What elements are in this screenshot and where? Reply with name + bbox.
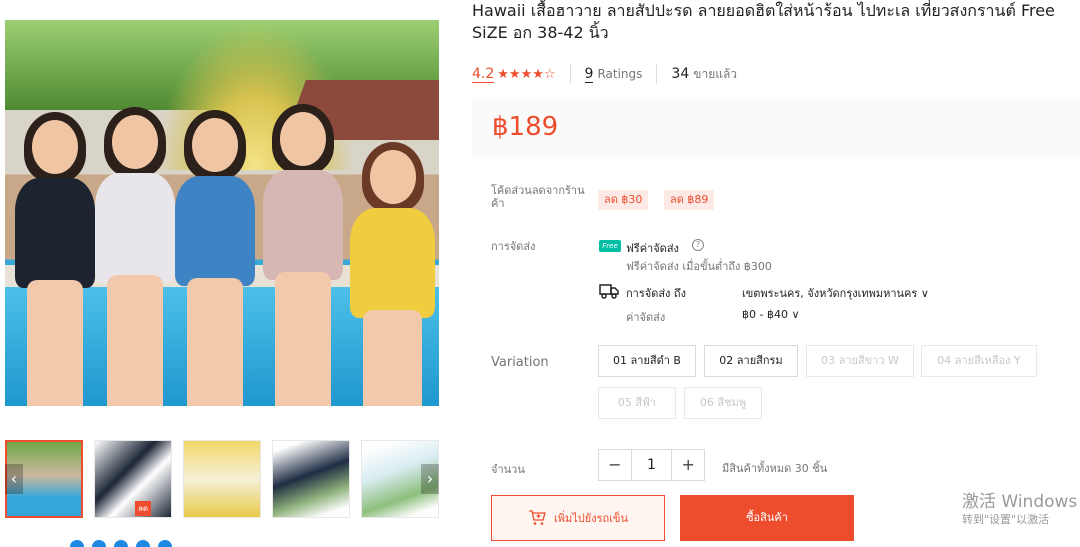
watermark-line1: 激活 Windows bbox=[962, 492, 1078, 512]
help-icon[interactable]: ? bbox=[692, 239, 704, 251]
add-to-cart-button[interactable]: เพิ่มไปยังรถเข็น bbox=[491, 495, 665, 541]
ratings-count[interactable]: 9 bbox=[584, 66, 594, 83]
activation-watermark: 激活 Windows 转到"设置"以激活 bbox=[962, 492, 1080, 528]
share-icon[interactable] bbox=[114, 540, 128, 547]
quantity-label: จำนวน bbox=[491, 463, 525, 476]
truck-icon bbox=[599, 284, 619, 299]
product-price: ฿189 bbox=[492, 112, 559, 142]
variation-label: Variation bbox=[491, 355, 549, 370]
shipping-label: การจัดส่ง bbox=[491, 240, 536, 253]
free-shipping-icon: Free bbox=[599, 240, 621, 252]
variation-option[interactable]: 01 ลายสีดำ B bbox=[598, 345, 696, 377]
price-section: ฿189 bbox=[472, 97, 1080, 159]
photo-person bbox=[95, 107, 175, 406]
quantity-decrease-button[interactable]: − bbox=[599, 450, 631, 480]
cart-icon bbox=[529, 510, 546, 525]
share-icon[interactable] bbox=[136, 540, 150, 547]
watermark-line2: 转到"设置"以激活 bbox=[962, 513, 1050, 526]
share-icon[interactable] bbox=[158, 540, 172, 547]
voucher-label: โค้ดส่วนลดจากร้านค้า bbox=[491, 184, 585, 210]
share-icon[interactable] bbox=[92, 540, 106, 547]
buy-now-button[interactable]: ซื้อสินค้า bbox=[680, 495, 854, 541]
thumbnail-strip: ลด ‹ › bbox=[5, 440, 439, 518]
thumbnail[interactable]: ลด bbox=[94, 440, 172, 518]
thumbnail-next-button[interactable]: › bbox=[421, 464, 439, 494]
rating-row: 4.2 ★★★★☆ 9 Ratings 34 ขายแล้ว bbox=[472, 64, 737, 84]
main-product-image[interactable] bbox=[5, 20, 439, 406]
free-shipping-condition: ฟรีค่าจัดส่ง เมื่อขั้นต่ำถึง ฿300 bbox=[626, 260, 772, 273]
variation-option-disabled: 06 สีชมพู bbox=[684, 387, 762, 419]
shipping-cost-dropdown[interactable]: ฿0 - ฿40 ∨ bbox=[742, 308, 800, 321]
thumbnail[interactable] bbox=[272, 440, 350, 518]
ratings-label: Ratings bbox=[597, 67, 643, 81]
photo-person bbox=[175, 110, 255, 406]
share-icons bbox=[70, 540, 172, 547]
sold-label: ขายแล้ว bbox=[693, 66, 738, 81]
photo-person bbox=[15, 112, 95, 406]
voucher-chip[interactable]: ลด ฿30 bbox=[598, 190, 649, 210]
divider bbox=[656, 64, 658, 84]
thumbnail-prev-button[interactable]: ‹ bbox=[5, 464, 23, 494]
variation-option-disabled: 05 สีฟ้า bbox=[598, 387, 676, 419]
shipping-cost-label: ค่าจัดส่ง bbox=[626, 311, 666, 324]
quantity-increase-button[interactable]: + bbox=[672, 450, 704, 480]
quantity-stepper: − 1 + bbox=[598, 449, 705, 481]
thumbnail[interactable] bbox=[183, 440, 261, 518]
share-icon[interactable] bbox=[70, 540, 84, 547]
photo-person bbox=[350, 142, 435, 406]
variation-option-disabled: 03 ลายสีขาว W bbox=[806, 345, 914, 377]
star-rating-icon: ★★★★☆ bbox=[497, 66, 556, 82]
voucher-chip[interactable]: ลด ฿89 bbox=[664, 190, 715, 210]
thumbnail-badge: ลด bbox=[135, 501, 152, 516]
sold-count: 34 bbox=[671, 66, 690, 82]
free-shipping-title: ฟรีค่าจัดส่ง bbox=[626, 242, 679, 255]
ship-to-label: การจัดส่ง ถึง bbox=[626, 287, 686, 300]
photo-person bbox=[263, 104, 343, 406]
variation-option[interactable]: 02 ลายสีกรม bbox=[704, 345, 798, 377]
quantity-input[interactable]: 1 bbox=[630, 450, 673, 480]
variation-option-disabled: 04 ลายสีเหลือง Y bbox=[921, 345, 1037, 377]
add-to-cart-label: เพิ่มไปยังรถเข็น bbox=[554, 512, 628, 525]
product-title: Hawaii เสื้อฮาวาย ลายสัปปะรด ลายยอดฮิตใส… bbox=[472, 1, 1055, 42]
stock-available: มีสินค้าทั้งหมด 30 ชิ้น bbox=[722, 462, 828, 475]
ship-to-dropdown[interactable]: เขตพระนคร, จังหวัดกรุงเทพมหานคร ∨ bbox=[742, 284, 929, 302]
divider bbox=[569, 64, 571, 84]
rating-score[interactable]: 4.2 bbox=[472, 66, 495, 83]
